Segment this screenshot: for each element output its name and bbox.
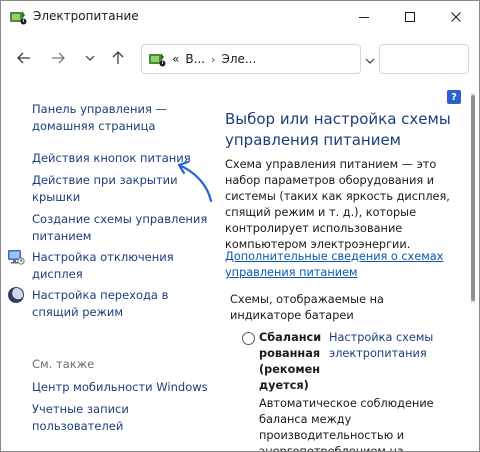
minimize-button[interactable] [341,1,387,33]
control-panel-home-link[interactable]: Панель управления — домашняя страница [32,101,167,135]
see-also-heading: См. также [32,357,95,371]
user-accounts-link[interactable]: Учетные записи пользователей [32,401,129,435]
balanced-plan-name[interactable]: Сбаланси рованная (рекомен дуется) [259,330,321,394]
window-title: Электропитание [33,9,139,23]
title-bar: Электропитание [1,1,479,33]
plan-description: Автоматическое соблюдение баланса между … [259,397,434,452]
lid-close-link[interactable]: Действие при закрытии крышки [32,172,178,206]
scrollbar-thumb[interactable] [471,95,475,301]
address-bar[interactable]: « В... › Эле... [141,44,361,74]
arrow-left-icon [17,52,30,64]
arrow-up-icon [112,51,124,64]
chevron-down-icon [85,55,95,61]
more-info-link[interactable]: Дополнительные сведения о схемах управле… [225,249,455,281]
breadcrumb-segment-1[interactable]: В... [185,52,205,66]
chevron-down-icon [365,58,375,64]
navigation-bar: « В... › Эле... [1,37,479,79]
power-options-icon [10,11,27,25]
address-dropdown-button[interactable] [365,51,375,70]
plan-settings-link[interactable]: Настройка схемы электропитания [329,330,449,362]
help-button[interactable]: ? [447,90,461,104]
page-description: Схема управления питанием — это набор па… [225,158,450,251]
search-input[interactable] [379,44,469,74]
power-buttons-link[interactable]: Действия кнопок питания [32,150,191,167]
balanced-plan-radio[interactable] [242,332,255,345]
breadcrumb-separator: › [211,52,216,66]
display-off-link[interactable]: Настройка отключения дисплея [32,249,174,283]
power-options-window: Электропитание « В... › Эле... Панель уп… [0,0,480,452]
create-plan-link[interactable]: Создание схемы управления питанием [32,211,207,245]
close-button[interactable] [433,1,479,33]
breadcrumb-overflow[interactable]: « [172,52,179,66]
maximize-icon [405,12,415,22]
battery-plans-label: Схемы, отображаемые на индикаторе батаре… [230,293,384,322]
back-button[interactable] [11,45,37,71]
left-task-pane: Панель управления — домашняя страница Де… [1,93,208,451]
power-options-icon [149,53,166,67]
minimize-icon [359,17,369,18]
forward-button[interactable] [45,45,71,71]
up-button[interactable] [105,45,131,71]
page-title: Выбор или настройка схемы управления пит… [225,110,451,149]
arrow-right-icon [52,52,65,64]
breadcrumb-segment-2[interactable]: Эле... [221,52,256,66]
sleep-settings-link[interactable]: Настройка перехода в спящий режим [32,287,168,321]
sleep-moon-icon [8,287,25,303]
annotation-arrow-icon [177,160,213,203]
close-icon [451,12,461,22]
main-content-pane: Выбор или настройка схемы управления пит… [225,109,465,452]
recent-locations-button[interactable] [77,45,103,71]
maximize-button[interactable] [387,1,433,33]
mobility-center-link[interactable]: Центр мобильности Windows [32,379,208,396]
display-off-icon [8,250,25,265]
